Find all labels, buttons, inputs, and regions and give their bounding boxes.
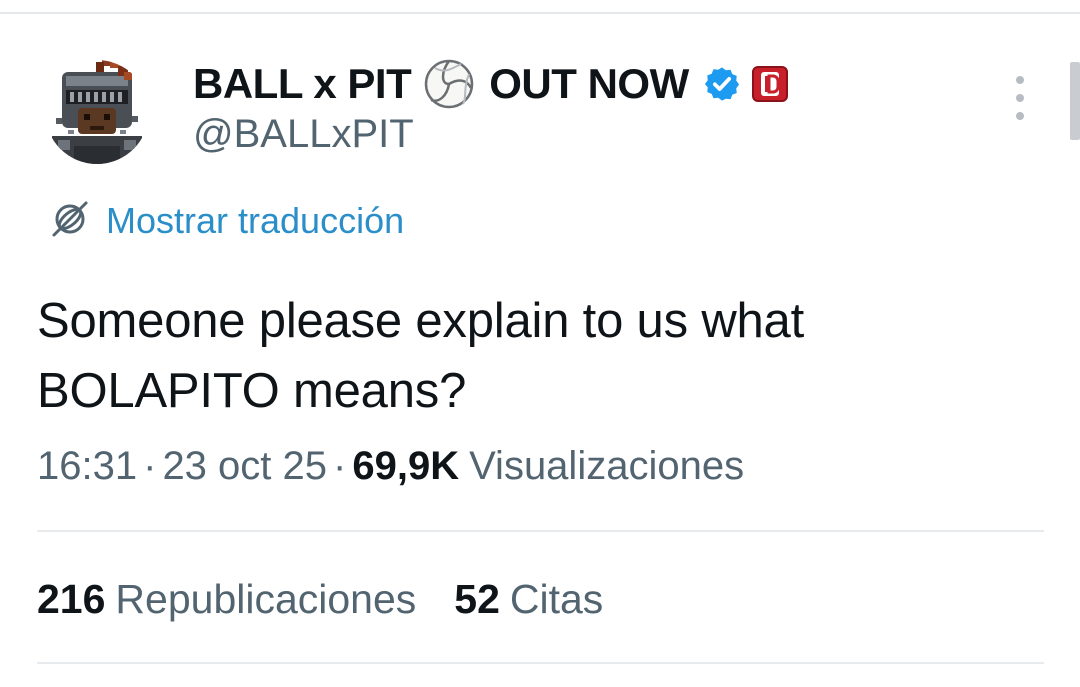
display-name[interactable]: BALL x PIT OUT NOW — [193, 56, 789, 112]
volleyball-icon — [423, 58, 475, 110]
avatar[interactable] — [44, 50, 150, 170]
tweet-date[interactable]: 23 oct 25 — [162, 444, 327, 488]
tweet-text-line: BOLAPITO means? — [37, 364, 467, 418]
translate-globe-icon — [48, 197, 92, 246]
more-dot-icon — [1016, 112, 1024, 120]
divider — [37, 530, 1044, 532]
more-dot-icon — [1016, 76, 1024, 84]
display-name-part2: OUT NOW — [489, 60, 689, 107]
affiliate-badge-icon[interactable] — [751, 65, 789, 103]
show-translation-link[interactable]: Mostrar traducción — [48, 198, 404, 244]
more-dot-icon — [1016, 94, 1024, 102]
translate-label: Mostrar traducción — [106, 200, 405, 241]
tweet-metadata: 16:31 · 23 oct 25 · 69,9K Visualizaciones — [37, 444, 744, 489]
divider — [37, 662, 1044, 664]
engagement-stats: 216 Republicaciones 52 Citas — [37, 576, 603, 623]
tweet-time[interactable]: 16:31 — [37, 444, 137, 488]
reposts-count: 216 — [37, 576, 106, 622]
reposts-stat[interactable]: 216 Republicaciones — [37, 576, 416, 623]
separator: · — [333, 444, 347, 488]
views-count[interactable]: 69,9K — [352, 444, 459, 488]
author-handle[interactable]: @BALLxPIT — [193, 112, 414, 157]
quotes-stat[interactable]: 52 Citas — [454, 576, 603, 623]
scrollbar[interactable] — [1070, 62, 1080, 140]
top-divider — [0, 12, 1080, 14]
quotes-count: 52 — [454, 576, 500, 622]
tweet-text: Someone please explain to us what BOLAPI… — [37, 286, 1037, 426]
verified-badge-icon[interactable] — [703, 65, 741, 103]
views-label[interactable]: Visualizaciones — [469, 444, 744, 488]
tweet-text-line: Someone please explain to us what — [37, 294, 805, 348]
display-name-part1: BALL x PIT — [193, 60, 412, 107]
more-options-button[interactable] — [1004, 76, 1036, 120]
knight-avatar-image — [45, 60, 149, 164]
reposts-label: Republicaciones — [115, 576, 417, 622]
quotes-label: Citas — [509, 576, 604, 622]
separator: · — [143, 444, 157, 488]
